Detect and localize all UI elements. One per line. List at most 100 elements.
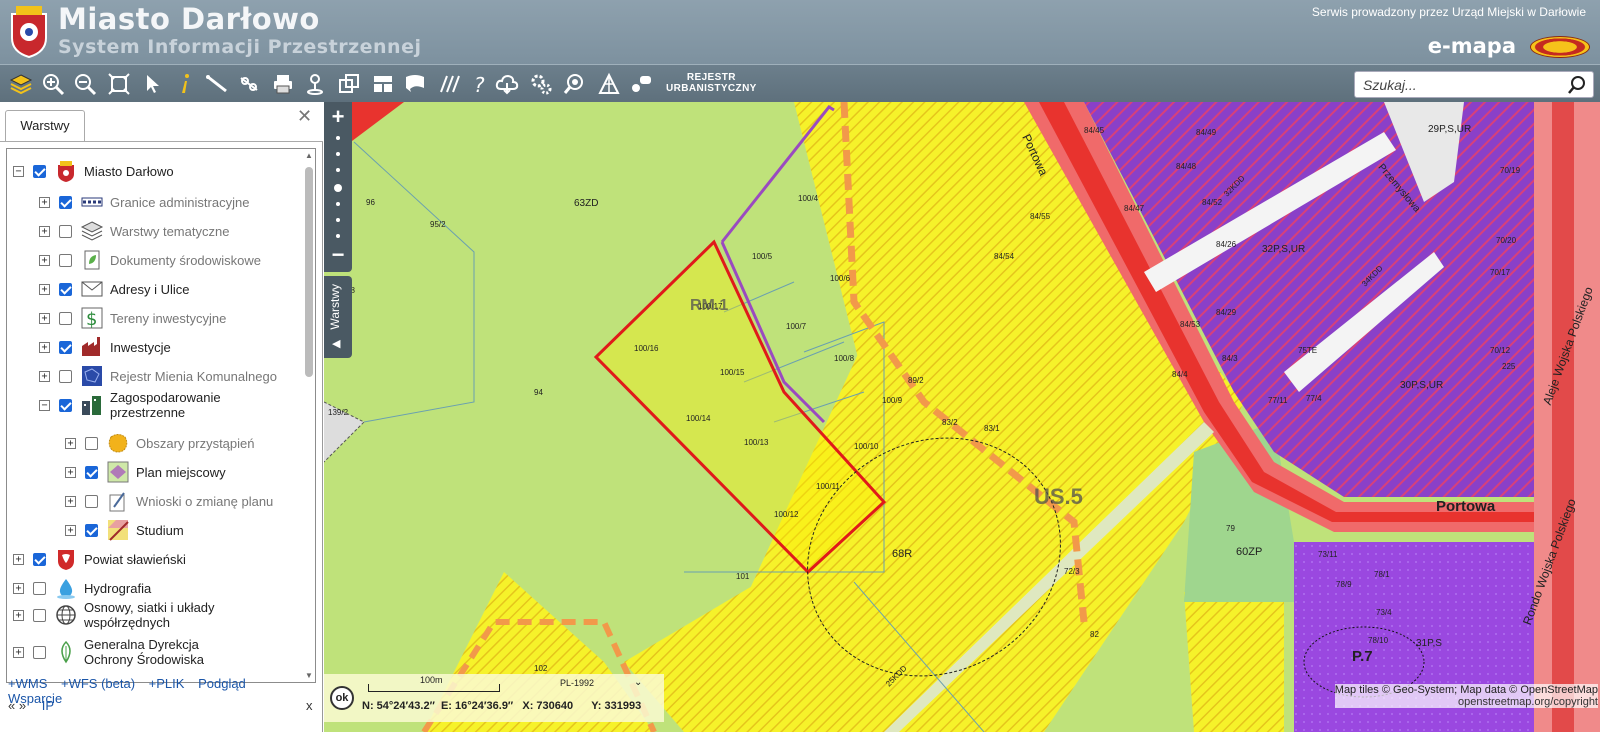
layer-checkbox[interactable] <box>33 645 46 659</box>
layers-icon[interactable] <box>8 71 34 97</box>
layer-row[interactable]: + Powiat sławieński <box>13 545 303 573</box>
ok-button[interactable]: ok <box>330 686 354 710</box>
zoom-extent-icon[interactable] <box>106 71 132 97</box>
layer-row[interactable]: + Warstwy tematyczne <box>39 217 303 245</box>
expand-toggle-icon[interactable]: + <box>65 524 76 536</box>
layer-row[interactable]: + Obszary przystąpień <box>65 429 303 457</box>
layer-label[interactable]: Plan miejscowy <box>136 465 226 480</box>
layer-checkbox[interactable] <box>85 436 98 450</box>
expand-toggle-icon[interactable]: + <box>39 225 50 237</box>
expand-toggle-icon[interactable]: + <box>39 254 50 266</box>
collapse-toggle-icon[interactable]: − <box>13 165 24 177</box>
link-plik[interactable]: +PLIK <box>149 676 185 691</box>
layer-row[interactable]: + Rejestr Mienia Komunalnego <box>39 362 303 390</box>
expand-toggle-icon[interactable]: + <box>39 196 50 208</box>
layer-checkbox[interactable] <box>33 581 46 595</box>
layer-label[interactable]: Adresy i Ulice <box>110 282 189 297</box>
layer-label[interactable]: Zagospodarowanie przestrzenne <box>110 390 260 420</box>
layer-label[interactable]: Granice administracyjne <box>110 195 249 210</box>
expand-toggle-icon[interactable]: + <box>39 370 50 382</box>
layer-row[interactable]: + Studium <box>65 516 303 544</box>
layer-row[interactable]: + Dokumenty środowiskowe <box>39 246 303 274</box>
layer-row[interactable]: + Plan miejscowy <box>65 458 303 486</box>
zoom-level-dot-active[interactable] <box>334 184 342 192</box>
layer-label[interactable]: Dokumenty środowiskowe <box>110 253 261 268</box>
collapse-toggle-icon[interactable]: − <box>39 399 50 411</box>
layer-label[interactable]: Rejestr Mienia Komunalnego <box>110 369 277 384</box>
layout-icon[interactable] <box>370 71 396 97</box>
layer-row[interactable]: + Granice administracyjne <box>39 188 303 216</box>
expand-toggle-icon[interactable]: + <box>65 495 76 507</box>
zoom-in-icon[interactable] <box>40 71 66 97</box>
tree-scrollbar[interactable]: ▲ ▼ <box>304 151 314 681</box>
link-podglad[interactable]: Podgląd <box>198 676 246 691</box>
bottom-close[interactable]: x <box>306 698 313 713</box>
zoom-level-dot[interactable] <box>336 202 340 206</box>
scroll-up-icon[interactable]: ▲ <box>304 151 314 161</box>
layer-label[interactable]: Osnowy, siatki i układy współrzędnych <box>84 600 234 630</box>
expand-toggle-icon[interactable]: + <box>39 341 50 353</box>
layer-label[interactable]: Tereny inwestycyjne <box>110 311 226 326</box>
layer-checkbox[interactable] <box>85 523 98 537</box>
print-icon[interactable] <box>270 71 296 97</box>
layer-checkbox[interactable] <box>33 552 46 566</box>
layer-checkbox[interactable] <box>59 369 72 383</box>
layer-row[interactable]: + Generalna Dyrekcja Ochrony Środowiska <box>13 637 303 667</box>
layer-row[interactable]: + Adresy i Ulice <box>39 275 303 303</box>
expand-toggle-icon[interactable]: + <box>13 582 24 594</box>
layer-row[interactable]: + Wnioski o zmianę planu <box>65 487 303 515</box>
expand-toggle-icon[interactable]: + <box>13 646 24 658</box>
layer-label[interactable]: Powiat sławieński <box>84 552 186 567</box>
help-icon[interactable]: ? <box>466 71 492 97</box>
layer-label[interactable]: Studium <box>136 523 184 538</box>
history-nav[interactable]: « » <box>8 698 26 713</box>
cloud-icon[interactable] <box>494 71 520 97</box>
expand-toggle-icon[interactable]: + <box>39 283 50 295</box>
zoom-level-dot[interactable] <box>336 218 340 222</box>
zoom-level-dot[interactable] <box>336 136 340 140</box>
settings-icon[interactable] <box>528 71 554 97</box>
chevron-down-icon[interactable]: ⌄ <box>634 677 642 688</box>
layer-label[interactable]: Generalna Dyrekcja Ochrony Środowiska <box>84 637 234 667</box>
search-icon[interactable] <box>1567 75 1587 95</box>
layer-checkbox[interactable] <box>85 465 98 479</box>
city-crest-logo[interactable] <box>8 4 50 58</box>
tab-warstwy[interactable]: Warstwy <box>5 110 85 142</box>
layer-row[interactable]: + $ Tereny inwestycyjne <box>39 304 303 332</box>
select-arrow-icon[interactable] <box>140 71 166 97</box>
expand-toggle-icon[interactable]: + <box>39 312 50 324</box>
location-pin-icon[interactable] <box>302 71 328 97</box>
zoom-level-dot[interactable] <box>336 234 340 238</box>
ip-link[interactable]: IP <box>42 698 54 713</box>
layer-checkbox[interactable] <box>33 164 46 178</box>
measure-distance-icon[interactable] <box>204 71 230 97</box>
zoom-minus-button[interactable]: − <box>324 242 352 268</box>
triangle-icon[interactable] <box>596 71 622 97</box>
copy-icon[interactable] <box>336 71 362 97</box>
layer-checkbox[interactable] <box>59 195 72 209</box>
layer-label[interactable]: Hydrografia <box>84 581 151 596</box>
zoom-out-icon[interactable] <box>72 71 98 97</box>
speech-bubble-icon[interactable] <box>402 71 428 97</box>
layer-checkbox[interactable] <box>33 608 46 622</box>
expand-toggle-icon[interactable]: + <box>65 466 76 478</box>
scroll-thumb[interactable] <box>305 167 313 377</box>
collapse-arrow-icon[interactable]: ◀ <box>332 337 340 350</box>
layer-label[interactable]: Warstwy tematyczne <box>110 224 229 239</box>
layer-row[interactable]: − Miasto Darłowo <box>13 157 303 185</box>
close-icon[interactable]: ✕ <box>297 107 313 125</box>
layer-checkbox[interactable] <box>59 282 72 296</box>
geosystem-logo[interactable] <box>1530 36 1590 58</box>
zoom-level-dot[interactable] <box>336 152 340 156</box>
layer-row[interactable]: + Hydrografia <box>13 574 303 602</box>
link-wfs[interactable]: +WFS (beta) <box>61 676 135 691</box>
layer-label[interactable]: Miasto Darłowo <box>84 164 174 179</box>
layer-checkbox[interactable] <box>59 311 72 325</box>
link-wms[interactable]: +WMS <box>8 676 47 691</box>
layer-checkbox[interactable] <box>85 494 98 508</box>
layer-label[interactable]: Obszary przystąpień <box>136 436 255 451</box>
search-input[interactable] <box>1355 72 1555 97</box>
zoom-plus-button[interactable]: + <box>324 104 352 130</box>
comment-icon[interactable] <box>628 71 654 97</box>
expand-toggle-icon[interactable]: + <box>65 437 76 449</box>
